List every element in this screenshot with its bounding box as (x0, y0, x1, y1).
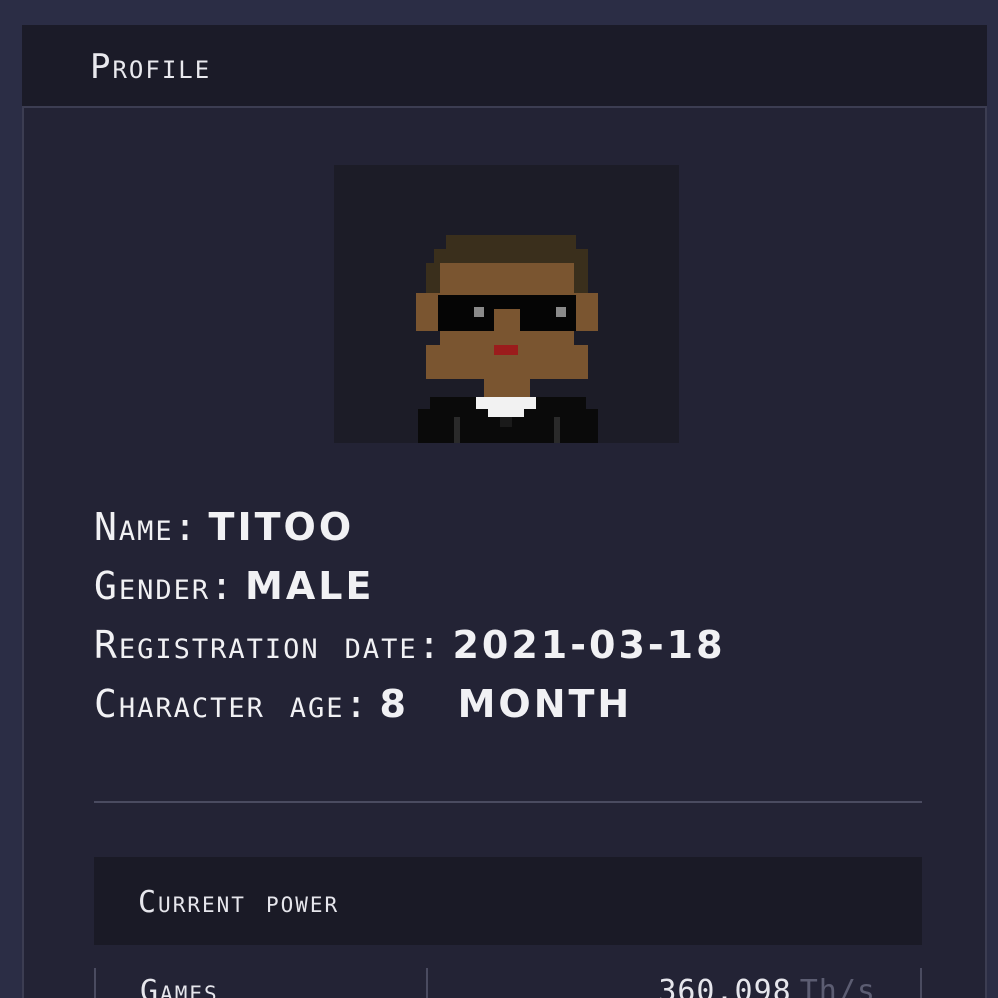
gender-label: Gender: (94, 564, 236, 608)
row-border-right (920, 968, 922, 998)
gender-row: Gender: MALE (94, 564, 374, 608)
section-divider (94, 801, 922, 803)
registration-row: Registration date: 2021-03-18 (94, 623, 726, 667)
current-power-header: Current power (94, 857, 922, 945)
row-border-left (94, 968, 96, 998)
power-value-unit: Th/s (799, 974, 876, 998)
panel-body: Name: TITOO Gender: MALE Registration date… (22, 108, 987, 998)
name-row: Name: TITOO (94, 505, 354, 549)
row-column-divider (426, 968, 428, 998)
current-power-title: Current power (138, 885, 340, 920)
name-value: TITOO (208, 505, 355, 549)
power-value-number: 360.098 (658, 974, 792, 998)
app-window: Profile Name: TITOO Gender: MALE Registr… (0, 0, 998, 998)
age-row: Character age: 8 MONTH (94, 682, 632, 726)
profile-panel: Profile Name: TITOO Gender: MALE Registr… (22, 25, 987, 998)
avatar (334, 165, 679, 443)
age-label: Character age: (94, 682, 370, 726)
name-label: Name: (94, 505, 199, 549)
panel-header: Profile (22, 25, 987, 108)
power-row-label: Games (140, 974, 219, 998)
panel-title: Profile (90, 47, 212, 87)
registration-label: Registration date: (94, 623, 443, 667)
power-row-games: Games 360.098 Th/s (94, 968, 922, 998)
power-row-value: 360.098 Th/s (658, 974, 876, 998)
avatar-image (334, 165, 679, 443)
gender-value: MALE (245, 564, 375, 608)
age-value: 8 MONTH (379, 682, 633, 726)
registration-value: 2021-03-18 (452, 623, 726, 667)
